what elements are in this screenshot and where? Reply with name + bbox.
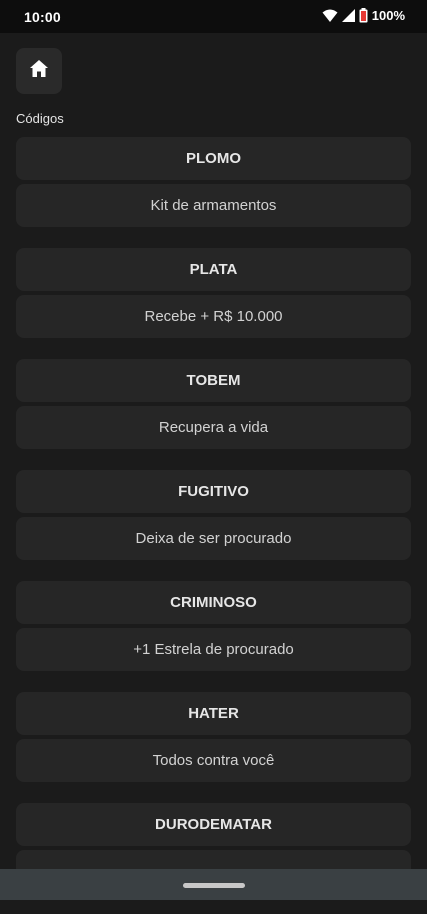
code-item: TOBEM Recupera a vida — [16, 359, 411, 449]
code-item: PLOMO Kit de armamentos — [16, 137, 411, 227]
code-description: Todos contra você — [16, 739, 411, 782]
gesture-handle[interactable] — [183, 883, 245, 888]
battery-icon — [359, 8, 368, 23]
code-item: PLATA Recebe + R$ 10.000 — [16, 248, 411, 338]
code-card[interactable]: TOBEM — [16, 359, 411, 402]
code-card[interactable]: DURODEMATAR — [16, 803, 411, 846]
code-item: HATER Todos contra você — [16, 692, 411, 782]
status-icons: 100% — [322, 8, 405, 23]
navigation-bar — [0, 869, 427, 900]
code-card[interactable]: PLOMO — [16, 137, 411, 180]
code-description: Deixa de ser procurado — [16, 517, 411, 560]
code-description: Kit de armamentos — [16, 184, 411, 227]
battery-percentage: 100% — [371, 8, 405, 23]
code-item: FUGITIVO Deixa de ser procurado — [16, 470, 411, 560]
code-card[interactable]: CRIMINOSO — [16, 581, 411, 624]
code-card[interactable]: HATER — [16, 692, 411, 735]
section-title: Códigos — [16, 111, 64, 126]
signal-icon — [341, 9, 355, 22]
code-description: Recebe + R$ 10.000 — [16, 295, 411, 338]
status-time: 10:00 — [24, 9, 61, 25]
code-card[interactable]: PLATA — [16, 248, 411, 291]
code-description: +1 Estrela de procurado — [16, 628, 411, 671]
home-icon — [30, 60, 48, 82]
wifi-icon — [322, 9, 338, 23]
status-bar: 10:00 100% — [0, 0, 427, 33]
code-item: CRIMINOSO +1 Estrela de procurado — [16, 581, 411, 671]
codes-list: PLOMO Kit de armamentos PLATA Recebe + R… — [16, 137, 411, 914]
code-description: Recupera a vida — [16, 406, 411, 449]
home-button[interactable] — [16, 48, 62, 94]
code-card[interactable]: FUGITIVO — [16, 470, 411, 513]
